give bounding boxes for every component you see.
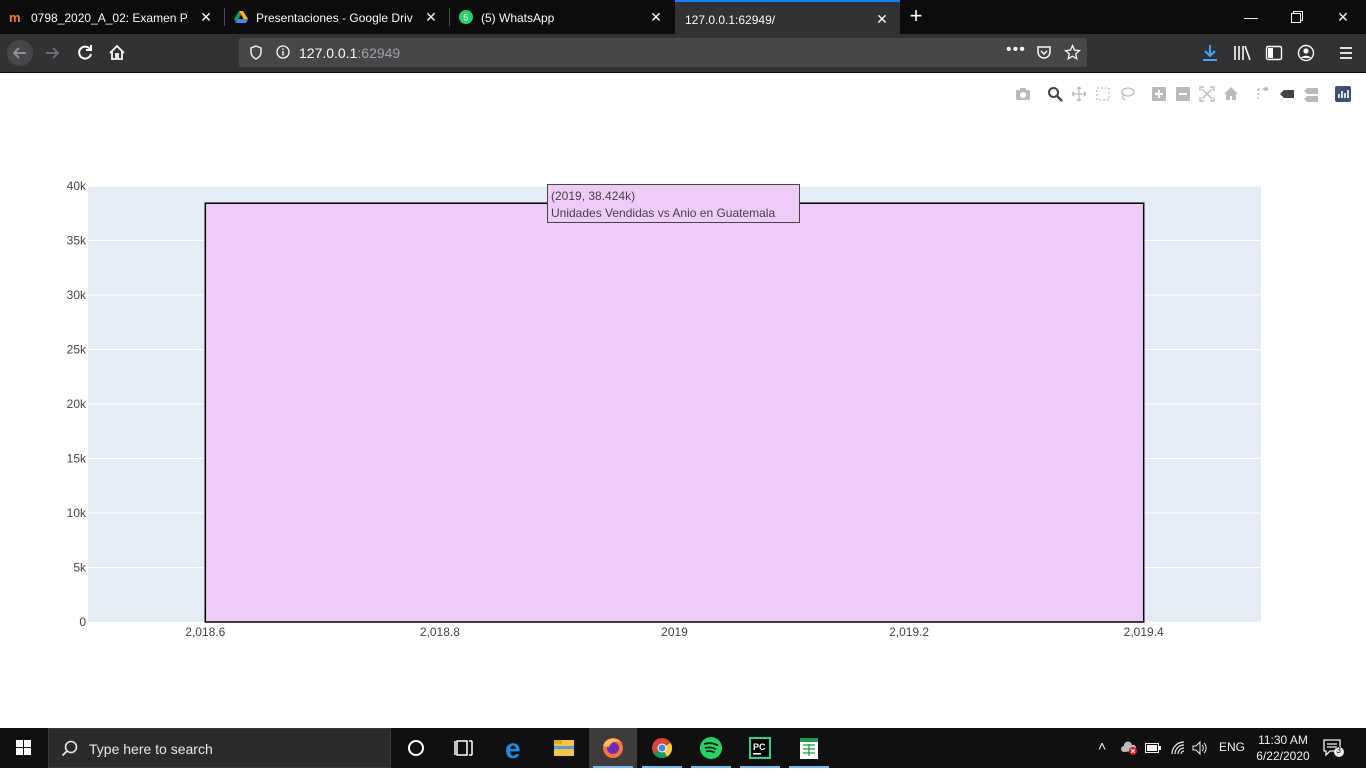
taskbar: Type here to search e PC ˄ ENG 11:30 AM … [0,728,1366,768]
download-icon[interactable] [1201,44,1219,62]
hover-trace-name: Unidades Vendidas vs Anio en Guatemala [551,206,776,220]
bookmark-star-icon[interactable] [1064,44,1081,61]
x-tick-label: 2,018.8 [420,625,460,639]
system-clock[interactable]: 11:30 AM 6/22/2020 [1252,732,1314,764]
page-actions-icon[interactable]: ••• [1006,41,1026,59]
excel-icon[interactable] [785,728,833,768]
y-tick-label: 10k [67,506,87,520]
windows-icon [16,740,31,755]
url-bar[interactable]: 127.0.0.1:62949 ••• [239,38,1087,67]
site-info-icon[interactable] [276,45,290,59]
y-tick-label: 30k [67,288,87,302]
svg-text:PC: PC [753,742,766,752]
chrome-icon[interactable] [638,728,686,768]
search-icon [61,740,78,757]
volume-icon[interactable] [1192,740,1208,756]
wifi-icon[interactable] [1170,740,1186,756]
clock-date: 6/22/2020 [1256,749,1310,763]
restore-icon[interactable] [1274,0,1320,34]
svg-text:m: m [9,10,21,24]
close-tab-icon[interactable]: ✕ [198,9,214,25]
tab-strip: m 0798_2020_A_02: Examen Parcial ✕ Prese… [0,0,1366,34]
battery-icon[interactable] [1145,742,1161,754]
y-tick-label: 20k [67,397,87,411]
library-icon[interactable] [1233,44,1251,62]
y-tick-label: 35k [67,234,87,248]
tab-moodle[interactable]: m 0798_2020_A_02: Examen Parcial ✕ [0,0,224,34]
bar-chart[interactable]: 05k10k15k20k25k30k35k40k 2,018.6 2,018.8 2… [0,73,1366,728]
tab-localhost[interactable]: 127.0.0.1:62949/ ✕ [675,0,900,34]
bars [204,202,1145,623]
notification-center-button[interactable]: 3 [1322,738,1346,758]
close-tab-icon[interactable]: ✕ [648,9,664,25]
hover-label: (2019, 38.424k) Unidades Vendidas vs Ani… [547,184,800,223]
taskbar-search[interactable]: Type here to search [48,728,391,768]
firefox-icon[interactable] [589,728,637,768]
x-tick-label: 2,019.4 [1124,625,1164,639]
whatsapp-icon: 5 [459,10,473,24]
search-placeholder: Type here to search [89,741,213,757]
close-tab-icon[interactable]: ✕ [874,11,890,27]
tab-title: Presentaciones - Google Drive [256,11,413,25]
x-axis-ticks: 2,018.6 2,018.8 2019 2,019.2 2,019.4 [185,625,1164,639]
back-button[interactable] [6,39,34,67]
action-center-icon [1323,739,1344,757]
url-text[interactable]: 127.0.0.1:62949 [299,45,400,61]
account-icon[interactable] [1297,44,1315,62]
moodle-icon: m [9,10,23,25]
edge-icon[interactable]: e [491,728,539,768]
minimize-icon[interactable]: — [1228,0,1274,34]
url-host: 127.0.0.1 [299,45,358,61]
bar[interactable] [204,202,1145,623]
x-tick-label: 2,019.2 [889,625,929,639]
y-axis-ticks: 0 5k 10k 15k 20k 25k 30k 35k 40k [67,179,87,629]
home-button[interactable] [103,39,131,67]
y-tick-label: 0 [79,615,86,629]
tab-google-drive[interactable]: Presentaciones - Google Drive ✕ [225,0,449,34]
svg-text:5: 5 [463,13,468,23]
clock-time: 11:30 AM [1258,733,1308,747]
pocket-icon[interactable] [1036,44,1052,60]
task-view-icon[interactable] [440,728,488,768]
navigation-toolbar: 127.0.0.1:62949 ••• [0,34,1366,72]
forward-button[interactable] [39,39,67,67]
start-button[interactable] [0,728,48,768]
y-tick-label: 15k [67,452,87,466]
cloud-sync-error-icon[interactable] [1120,741,1138,755]
cortana-icon[interactable] [392,728,440,768]
y-tick-label: 5k [73,561,87,575]
hover-value: (2019, 38.424k) [551,189,636,203]
close-window-icon[interactable]: ✕ [1320,0,1366,34]
url-port: :62949 [357,45,401,61]
new-tab-button[interactable]: + [904,5,928,28]
shield-icon[interactable] [249,45,263,60]
notification-count: 3 [1336,745,1342,755]
file-explorer-icon[interactable] [540,728,588,768]
input-language[interactable]: ENG [1219,740,1245,754]
svg-text:e: e [505,733,521,764]
spotify-icon[interactable] [687,728,735,768]
tab-title: 0798_2020_A_02: Examen Parcial [31,11,188,25]
close-tab-icon[interactable]: ✕ [423,9,439,25]
reload-button[interactable] [71,39,99,67]
y-tick-label: 40k [67,179,87,193]
sidebar-icon[interactable] [1265,44,1283,62]
x-tick-label: 2,018.6 [185,625,225,639]
show-hidden-icons[interactable]: ˄ [1098,738,1106,754]
menu-icon[interactable] [1338,45,1354,61]
tab-whatsapp[interactable]: 5 (5) WhatsApp ✕ [450,0,674,34]
x-tick-label: 2019 [661,625,688,639]
page-content: 0 5k 10k 15k 20k 25k 30k 35k 40k 2,018.6 2,018.8 2… [0,73,1366,728]
pycharm-icon[interactable]: PC [736,728,784,768]
y-tick-label: 25k [67,343,87,357]
google-drive-icon [234,10,248,24]
tab-title: (5) WhatsApp [481,11,555,25]
tab-title: 127.0.0.1:62949/ [685,13,776,27]
